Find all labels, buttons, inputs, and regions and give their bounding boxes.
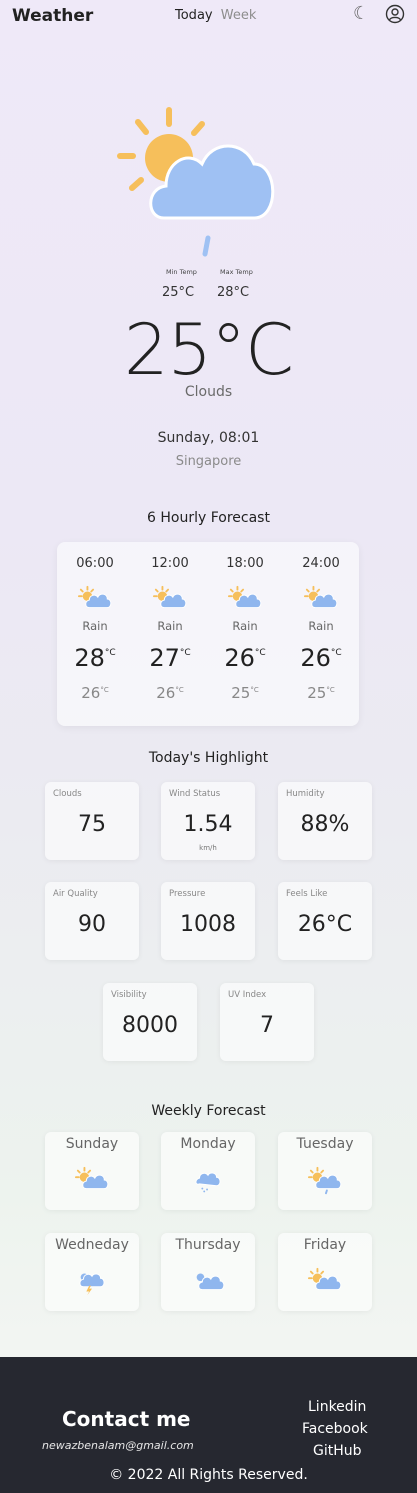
hourly-time: 12:00: [151, 556, 189, 571]
footer: Contact me newazbenalam@gmail.com Linked…: [0, 1357, 417, 1493]
weekly-day: Thursday: [175, 1237, 241, 1253]
partly-cloudy-icon: [75, 1166, 109, 1192]
link-linkedin[interactable]: Linkedin: [308, 1399, 366, 1415]
hourly-max-temp: 28°C: [74, 644, 116, 672]
hourly-min-temp: 25°C: [307, 684, 335, 702]
highlight-card-clouds: Clouds 75: [45, 782, 139, 860]
weekly-card-monday[interactable]: Monday: [161, 1132, 255, 1210]
highlight-label: Wind Status: [169, 789, 221, 799]
highlight-value: 1008: [180, 912, 236, 937]
current-condition: Clouds: [184, 384, 233, 400]
link-facebook[interactable]: Facebook: [302, 1421, 368, 1437]
partly-cloudy-icon: [153, 585, 187, 609]
current-temperature: 25°C: [124, 309, 294, 391]
hourly-min-temp: 26°C: [81, 684, 109, 702]
hourly-time: 06:00: [76, 556, 114, 571]
hourly-condition: Rain: [82, 619, 108, 633]
moon-icon[interactable]: ☾: [353, 3, 375, 25]
max-temp-label: Max Temp: [220, 268, 253, 276]
highlight-title: Today's Highlight: [148, 750, 269, 766]
tab-today[interactable]: Today: [175, 8, 213, 23]
hourly-condition: Rain: [232, 619, 258, 633]
weekly-forecast-title: Weekly Forecast: [151, 1103, 266, 1119]
hourly-condition: Rain: [308, 619, 334, 633]
highlight-value: 90: [78, 912, 106, 937]
weekly-day: Tuesday: [296, 1136, 354, 1152]
hourly-time: 24:00: [302, 556, 340, 571]
highlight-label: UV Index: [228, 990, 267, 1000]
thunderstorm-icon: [75, 1267, 109, 1296]
weekly-day: Sunday: [65, 1136, 119, 1152]
cloud-icon: [191, 1267, 225, 1293]
link-github[interactable]: GitHub: [313, 1443, 362, 1459]
top-bar: Weather Today Week ☾: [0, 0, 417, 34]
hourly-max-temp: 26°C: [300, 644, 342, 672]
partly-cloudy-icon: [78, 585, 112, 609]
tab-week[interactable]: Week: [221, 8, 257, 23]
highlight-card-uv-index: UV Index 7: [220, 983, 314, 1061]
copyright: © 2022 All Rights Reserved.: [109, 1467, 308, 1483]
hourly-max-temp: 26°C: [224, 644, 266, 672]
cloud-snow-icon: [191, 1166, 225, 1193]
app-brand[interactable]: Weather: [12, 6, 93, 26]
hourly-forecast-title: 6 Hourly Forecast: [147, 510, 270, 526]
highlight-label: Pressure: [169, 889, 206, 899]
highlight-value: 1.54: [183, 812, 233, 837]
weekly-day: Friday: [303, 1237, 347, 1253]
view-tabs: Today Week: [175, 8, 260, 23]
max-temp-value: 28°C: [217, 285, 250, 300]
highlight-card-feels-like: Feels Like 26°C: [278, 882, 372, 960]
sun-cloud-rain-icon: [308, 1166, 342, 1195]
contact-email[interactable]: newazbenalam@gmail.com: [42, 1439, 194, 1452]
partly-cloudy-icon: [304, 585, 338, 609]
weekly-day: Monday: [180, 1136, 236, 1152]
hourly-min-temp: 25°C: [231, 684, 259, 702]
hourly-max-temp: 27°C: [149, 644, 191, 672]
highlight-card-humidity: Humidity 88%: [278, 782, 372, 860]
min-temp-value: 25°C: [162, 285, 195, 300]
sun-cloud-rain-icon: [112, 104, 282, 264]
highlight-card-visibility: Visibility 8000: [103, 983, 197, 1061]
partly-cloudy-icon: [308, 1267, 342, 1293]
highlight-card-air-quality: Air Quality 90: [45, 882, 139, 960]
highlight-value: 75: [78, 812, 106, 837]
highlight-label: Clouds: [53, 789, 82, 799]
current-datetime: Sunday, 08:01: [157, 430, 260, 446]
hourly-time: 18:00: [226, 556, 264, 571]
weather-page: Weather Today Week ☾ Min Temp Max Temp 2…: [0, 0, 417, 1357]
user-icon[interactable]: [385, 4, 407, 26]
min-temp-label: Min Temp: [166, 268, 197, 276]
weekly-card-tuesday[interactable]: Tuesday: [278, 1132, 372, 1210]
contact-title: Contact me: [62, 1407, 191, 1431]
hourly-forecast-card: 06:00 Rain 28°C 26°C 12:00 Rain 27°C 26°C 18:00 R…: [57, 542, 359, 726]
highlight-value: 26°C: [297, 912, 353, 937]
weekly-card-thursday[interactable]: Thursday: [161, 1233, 255, 1311]
highlight-card-pressure: Pressure 1008: [161, 882, 255, 960]
weekly-card-friday[interactable]: Friday: [278, 1233, 372, 1311]
current-city: Singapore: [175, 454, 242, 469]
weekly-card-sunday[interactable]: Sunday: [45, 1132, 139, 1210]
highlight-value: 8000: [122, 1013, 178, 1038]
highlight-card-wind-status: Wind Status 1.54 km/h: [161, 782, 255, 860]
weekly-card-wedneday[interactable]: Wedneday: [45, 1233, 139, 1311]
highlight-label: Humidity: [286, 789, 325, 799]
highlight-label: Air Quality: [53, 889, 98, 899]
highlight-label: Visibility: [111, 990, 147, 1000]
highlight-label: Feels Like: [286, 889, 328, 899]
partly-cloudy-icon: [228, 585, 262, 609]
hourly-condition: Rain: [157, 619, 183, 633]
highlight-value: 7: [260, 1013, 274, 1038]
highlight-value: 88%: [300, 812, 350, 837]
highlight-unit: km/h: [199, 844, 217, 852]
weekly-day: Wedneday: [55, 1237, 129, 1253]
hourly-min-temp: 26°C: [156, 684, 184, 702]
